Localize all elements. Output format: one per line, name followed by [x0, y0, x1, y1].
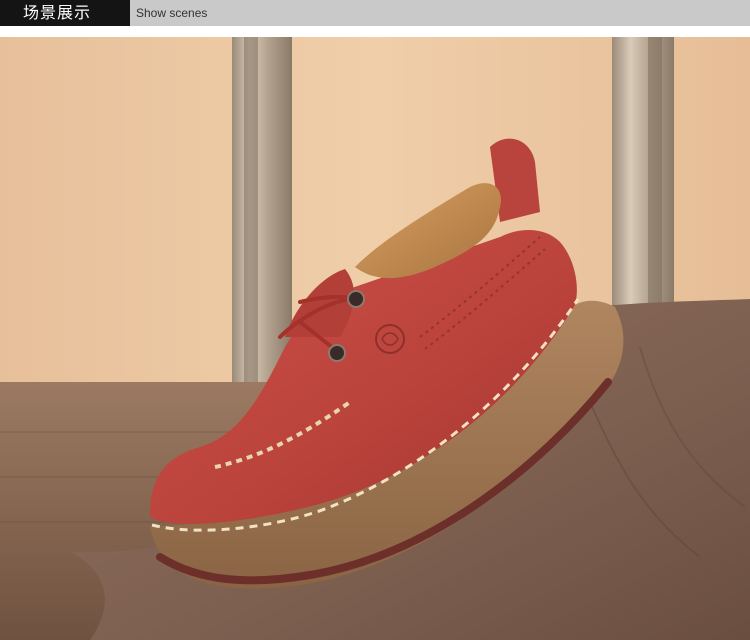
eyelet-bottom — [328, 344, 346, 362]
section-title-block: 场景展示 — [0, 0, 130, 26]
left-frame — [232, 37, 292, 382]
header-spacer — [0, 26, 750, 37]
eyelet-top — [347, 290, 365, 308]
section-header: 场景展示 Show scenes — [0, 0, 750, 26]
right-frame — [612, 37, 674, 327]
section-title-en: Show scenes — [136, 6, 208, 20]
section-title-cn: 场景展示 — [23, 3, 92, 22]
shoe-scene-illustration — [0, 37, 750, 640]
scene-photo — [0, 37, 750, 640]
